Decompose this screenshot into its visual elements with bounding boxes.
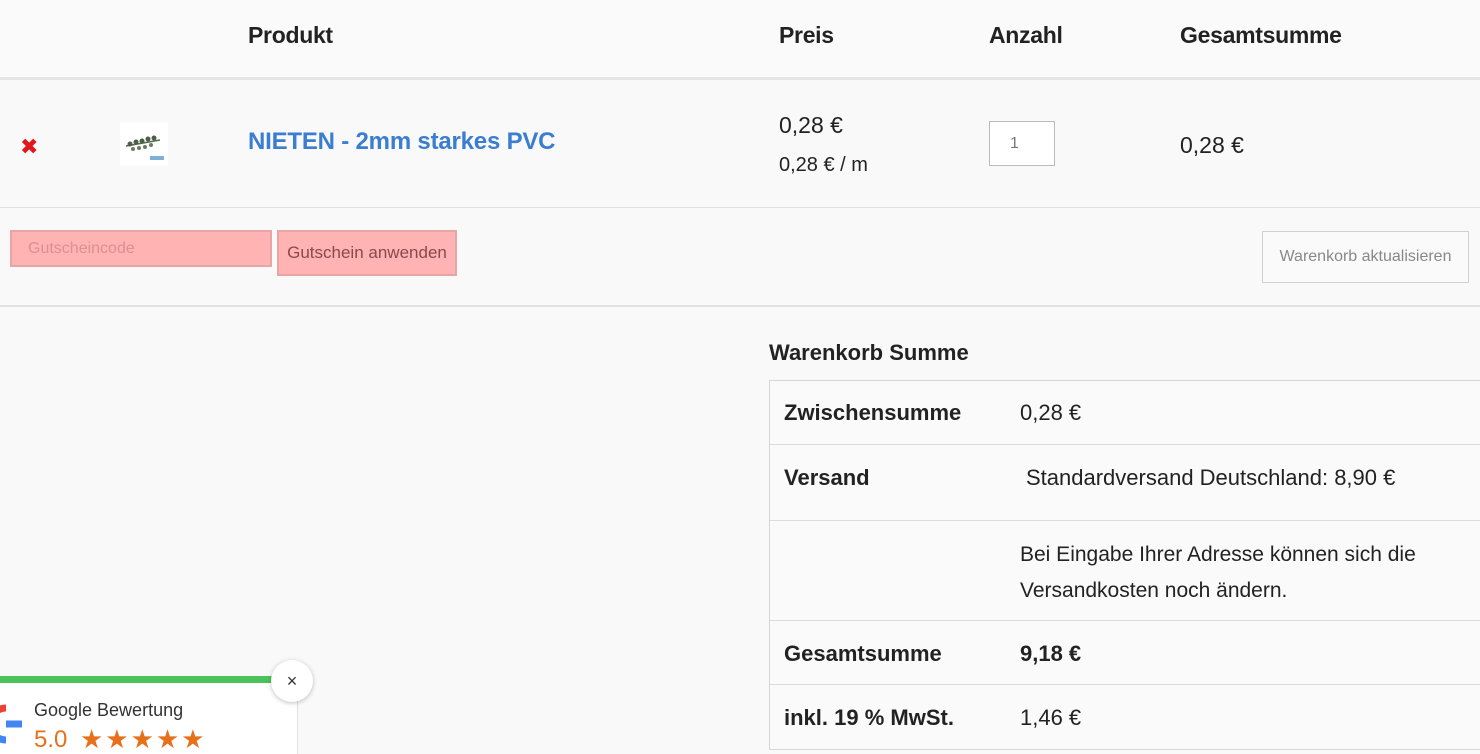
tax-row: inkl. 19 % MwSt. 1,46 € [770,685,1480,749]
close-icon[interactable]: × [271,660,313,702]
item-unit-price: 0,28 € / m [779,154,868,176]
remove-item-icon[interactable]: ✖ [20,136,38,158]
shipping-note: Bei Eingabe Ihrer Adresse können sich di… [1020,543,1416,602]
review-accent-bar [0,676,272,683]
product-thumbnail[interactable] [120,122,168,166]
star-rating-icon: ★★★★★ [80,724,207,754]
shipping-note-row: Bei Eingabe Ihrer Adresse können sich di… [770,521,1480,621]
tax-value: 1,46 € [1020,705,1082,730]
column-header-total: Gesamtsumme [1180,22,1342,48]
google-review-widget[interactable]: Google Bewertung 5.0 ★★★★★ [0,676,298,754]
item-total: 0,28 € [1180,132,1244,158]
coupon-code-input[interactable] [10,230,272,267]
subtotal-row: Zwischensumme 0,28 € [770,381,1480,445]
cart-item-row: ✖ NIETEN - 2mm starkes PVC 0,28 € 0,28 €… [0,80,1480,208]
review-score: 5.0 [34,726,68,753]
shipping-value: Standardversand Deutschland: 8,90 € [1026,465,1396,490]
order-total-value: 9,18 € [1020,641,1082,666]
order-total-row: Gesamtsumme 9,18 € [770,621,1480,685]
subtotal-label: Zwischensumme [784,400,962,425]
coupon-row: Gutschein anwenden Warenkorb aktualisier… [0,208,1480,307]
update-cart-button[interactable]: Warenkorb aktualisieren [1262,231,1469,283]
tax-label: inkl. 19 % MwSt. [784,705,954,730]
subtotal-value: 0,28 € [1020,400,1082,425]
apply-coupon-button[interactable]: Gutschein anwenden [277,230,457,276]
order-total-label: Gesamtsumme [784,641,942,666]
quantity-input[interactable] [989,121,1055,166]
cart-totals-title: Warenkorb Summe [769,340,969,365]
review-title: Google Bewertung [34,700,184,720]
item-price: 0,28 € [779,112,843,138]
column-header-product: Produkt [248,22,333,48]
cart-table-header: Produkt Preis Anzahl Gesamtsumme [0,0,1480,80]
column-header-price: Preis [779,22,834,48]
product-name-link[interactable]: NIETEN - 2mm starkes PVC [248,128,556,156]
cart-totals-table: Zwischensumme 0,28 € Versand Standardver… [769,380,1480,750]
shipping-row: Versand Standardversand Deutschland: 8,9… [770,445,1480,521]
shipping-label: Versand [784,465,870,490]
column-header-quantity: Anzahl [989,22,1063,48]
google-logo-icon [0,704,26,744]
